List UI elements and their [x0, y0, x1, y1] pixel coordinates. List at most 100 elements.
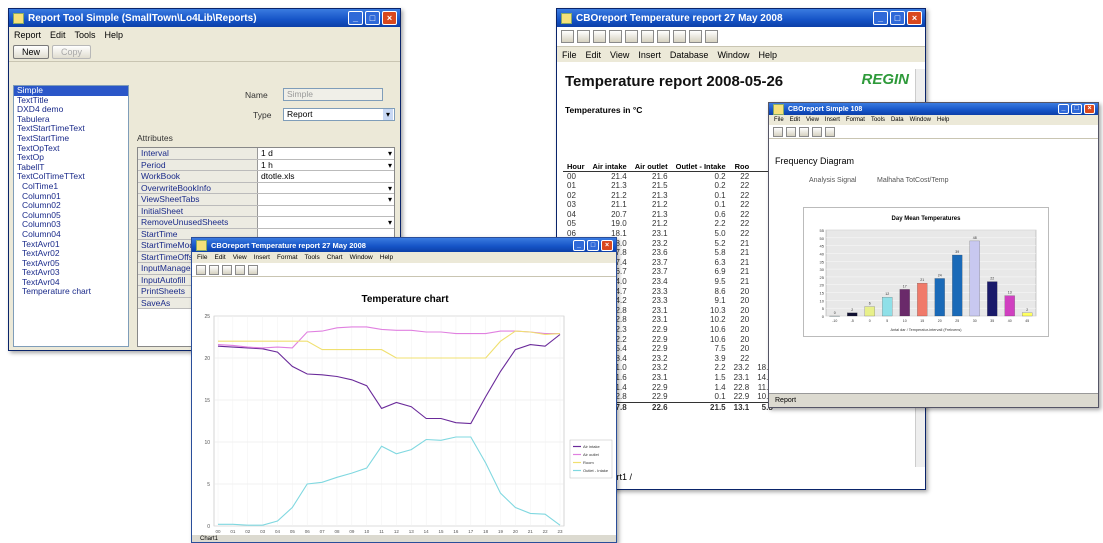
new-icon[interactable]	[196, 264, 206, 275]
maximize-button[interactable]: □	[1071, 104, 1082, 114]
table-cell: 0.1	[714, 190, 726, 200]
frequency-chart-box: Day Mean Temperatures 0 5 10 15 20 25 30 35 40 45 5…	[803, 207, 1049, 337]
attribute-value[interactable]: dtotle.xls	[258, 171, 394, 182]
open-icon[interactable]	[786, 126, 796, 137]
table-cell: 20	[740, 315, 750, 325]
report-tool-menu-item[interactable]: Edit	[50, 30, 66, 40]
attribute-value[interactable]: 1 d	[258, 148, 394, 159]
close-button[interactable]: ×	[601, 239, 613, 251]
temp-x-tick: 07	[320, 529, 326, 534]
temp-x-tick: 21	[528, 529, 534, 534]
chart-menu-item[interactable]: Format	[277, 254, 298, 261]
copy-button[interactable]: Copy	[52, 44, 92, 59]
report-tool-menu-item[interactable]: Report	[14, 30, 41, 40]
frequency-menu-item[interactable]: Help	[937, 117, 949, 123]
chart-menu-item[interactable]: Help	[380, 254, 393, 261]
frequency-menu-item[interactable]: Edit	[790, 117, 800, 123]
report-menu-item[interactable]: Edit	[586, 50, 602, 60]
table-cell: 21.6	[652, 171, 668, 181]
open-icon[interactable]	[209, 264, 219, 275]
zoom-icon[interactable]	[705, 30, 718, 43]
report-menu-item[interactable]: Insert	[638, 50, 661, 60]
close-button[interactable]: ×	[382, 11, 397, 25]
freq-chart-title: Day Mean Temperatures	[892, 216, 962, 222]
maximize-button[interactable]: □	[587, 239, 599, 251]
table-cell: 23.4	[652, 277, 668, 287]
chart-icon[interactable]	[248, 264, 258, 275]
type-select[interactable]: Report	[283, 108, 395, 121]
new-button[interactable]: New	[13, 44, 50, 59]
chart-toolbar	[192, 263, 616, 277]
copy-icon[interactable]	[641, 30, 654, 43]
close-button[interactable]: ×	[1084, 104, 1095, 114]
frequency-menu-item[interactable]: File	[774, 117, 784, 123]
chart-menu-item[interactable]: Edit	[214, 254, 225, 261]
attribute-value[interactable]	[258, 217, 394, 228]
maximize-button[interactable]: □	[365, 11, 380, 25]
undo-icon[interactable]	[673, 30, 686, 43]
maximize-button[interactable]: □	[890, 11, 905, 25]
table-cell: 22	[740, 229, 750, 239]
table-cell: 9.5	[714, 277, 726, 287]
sheet-tab-report[interactable]: Report	[775, 397, 796, 404]
freq-y-tick: 50	[820, 236, 825, 241]
report-tool-menu-item[interactable]: Tools	[75, 30, 96, 40]
attribute-value[interactable]	[258, 206, 394, 217]
table-cell: 7.5	[714, 344, 726, 354]
frequency-menu-item[interactable]: Tools	[871, 117, 885, 123]
freq-bar	[1022, 312, 1033, 317]
report-menu-item[interactable]: File	[562, 50, 577, 60]
chart-icon[interactable]	[689, 30, 702, 43]
close-button[interactable]: ×	[907, 11, 922, 25]
minimize-button[interactable]: _	[348, 11, 363, 25]
freq-x-tick: 40	[1008, 319, 1012, 323]
minimize-button[interactable]: _	[573, 239, 585, 251]
paste-icon[interactable]	[657, 30, 670, 43]
temp-y-tick: 15	[204, 398, 210, 404]
attribute-value[interactable]	[258, 183, 394, 194]
minimize-button[interactable]: _	[1058, 104, 1069, 114]
frequency-menu-item[interactable]: Format	[846, 117, 865, 123]
frequency-menu-item[interactable]: Data	[891, 117, 904, 123]
chart-icon[interactable]	[825, 126, 835, 137]
report-menu-item[interactable]: Help	[758, 50, 777, 60]
table-cell: 21	[740, 248, 750, 258]
app-icon	[13, 12, 24, 24]
chart-menu-item[interactable]: Tools	[305, 254, 320, 261]
sheet-tab-chart1[interactable]: Chart1	[200, 536, 218, 542]
new-icon[interactable]	[773, 126, 783, 137]
chart-menu-item[interactable]: Window	[350, 254, 373, 261]
freq-bar-label: 48	[973, 236, 977, 240]
frequency-menu-item[interactable]: View	[806, 117, 819, 123]
freq-x-tick: 0	[869, 319, 871, 323]
report-menu-item[interactable]: View	[610, 50, 629, 60]
table-cell: 21	[740, 267, 750, 277]
chart-menu-item[interactable]: Chart	[327, 254, 343, 261]
tree-item[interactable]: Temperature chart	[14, 287, 128, 297]
save-icon[interactable]	[222, 264, 232, 275]
report-menu-item[interactable]: Database	[670, 50, 709, 60]
chart-menu-item[interactable]: Insert	[254, 254, 270, 261]
report-menu-item[interactable]: Window	[717, 50, 749, 60]
name-field[interactable]: Simple	[283, 88, 383, 101]
print-icon[interactable]	[609, 30, 622, 43]
frequency-menu-item[interactable]: Window	[910, 117, 931, 123]
cut-icon[interactable]	[625, 30, 638, 43]
print-icon[interactable]	[235, 264, 245, 275]
save-icon[interactable]	[593, 30, 606, 43]
freq-bar-label: 12	[885, 292, 889, 296]
attribute-value[interactable]	[258, 194, 394, 205]
print-icon[interactable]	[812, 126, 822, 137]
open-icon[interactable]	[577, 30, 590, 43]
report-tool-menu-item[interactable]: Help	[105, 30, 124, 40]
temp-x-tick: 22	[543, 529, 549, 534]
temp-y-tick: 0	[207, 524, 210, 530]
attribute-value[interactable]: 1 h	[258, 160, 394, 171]
save-icon[interactable]	[799, 126, 809, 137]
minimize-button[interactable]: _	[873, 11, 888, 25]
report-subtitle: Temperatures in °C	[565, 105, 643, 115]
chart-menu-item[interactable]: View	[233, 254, 247, 261]
frequency-menu-item[interactable]: Insert	[825, 117, 840, 123]
new-icon[interactable]	[561, 30, 574, 43]
chart-menu-item[interactable]: File	[197, 254, 207, 261]
